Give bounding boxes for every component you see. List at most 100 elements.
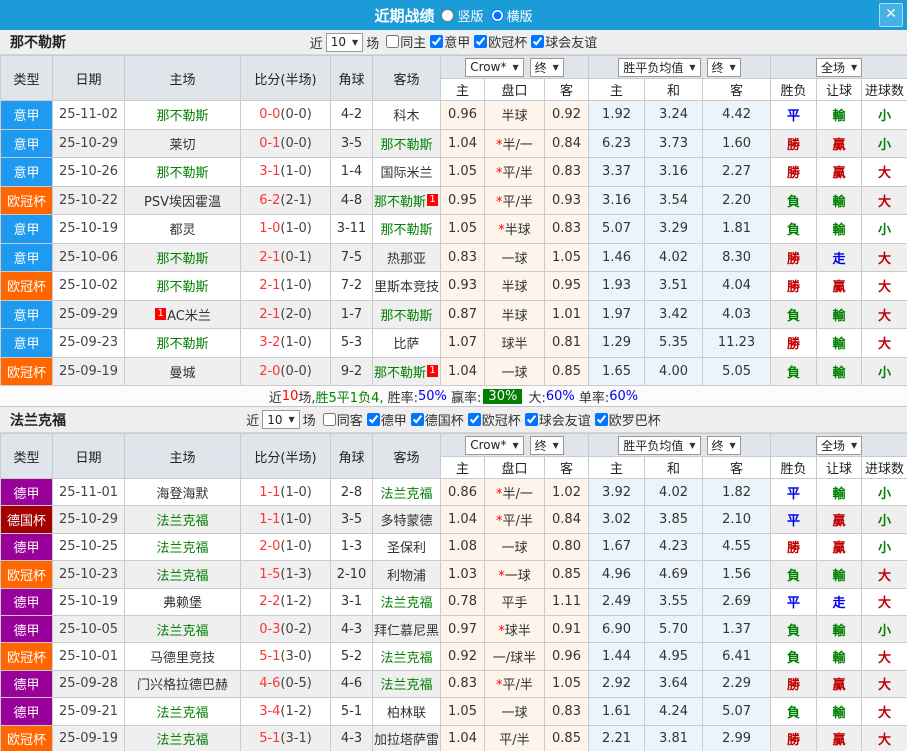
layout-option-vertical[interactable]: 竖版 <box>441 6 484 25</box>
napoli-filter-checkboxes: 同主 意甲 欧冠杯 球会友谊 <box>382 32 597 52</box>
filter-checkbox[interactable] <box>322 412 336 426</box>
filter-option[interactable]: 意甲 <box>426 32 470 51</box>
score-cell: 2-1(1-0) <box>240 271 331 301</box>
filter-checkbox[interactable] <box>366 412 380 426</box>
layout-option-horizontal[interactable]: 横版 <box>490 6 533 25</box>
handicap-result-cell: 輸 <box>816 328 863 358</box>
avg-away-cell: 4.04 <box>702 271 772 301</box>
filter-option[interactable]: 球会友谊 <box>527 32 597 51</box>
fulltime-score: 1-1 <box>259 484 281 500</box>
odds-time-dropdown[interactable]: 终 ▼ <box>529 57 564 77</box>
away-odds-cell: 0.84 <box>543 505 590 534</box>
handicap-result-cell: 贏 <box>816 271 863 301</box>
chevron-down-icon: ▼ <box>512 440 519 450</box>
fulltime-score: 0-3 <box>259 621 281 637</box>
avg-home-cell: 3.16 <box>588 185 646 215</box>
chevron-down-icon: ▼ <box>552 62 559 72</box>
fulltime-score: 2-0 <box>259 539 281 555</box>
handicap-result-cell: 輸 <box>816 100 863 130</box>
home-team-cell: 法兰克福 <box>124 724 241 751</box>
avg-away-cell: 2.20 <box>702 185 772 215</box>
scope-dropdown[interactable]: 全场 ▼ <box>815 435 863 455</box>
avg-time-dropdown[interactable]: 终 ▼ <box>706 435 741 455</box>
avg-draw-cell: 3.55 <box>644 587 704 616</box>
filter-checkbox[interactable] <box>524 412 538 426</box>
vertical-label: 竖版 <box>457 9 484 25</box>
type-cell: 欧冠杯 <box>0 642 53 671</box>
avg-away-cell: 4.55 <box>702 532 772 562</box>
match-row: 欧冠杯 25-10-01 马德里竞技 5-1(3-0) 5-2 法兰克福 0.92 一/球半 0… <box>0 642 907 671</box>
halftime-score: (1-0) <box>280 164 312 180</box>
handicap-result-cell: 輸 <box>816 299 863 329</box>
match-row: 欧冠杯 25-10-02 那不勒斯 2-1(1-0) 7-2 里斯本竞技 0.93 半球 0.9… <box>0 271 907 301</box>
result-cell: 負 <box>770 299 818 329</box>
avg-time-dropdown[interactable]: 终 ▼ <box>706 57 741 77</box>
avg-home-cell: 1.44 <box>588 642 646 671</box>
odds-time-dropdown[interactable]: 终 ▼ <box>529 435 564 455</box>
fulltime-score: 0-1 <box>259 135 281 151</box>
team-name: 法兰克福 <box>380 651 433 667</box>
filter-option[interactable]: 欧冠杯 <box>470 32 527 51</box>
red-card-badge: 1 <box>427 193 438 206</box>
subcol-handicap-result: 让球 <box>816 78 863 101</box>
match-count-dropdown[interactable]: 10 ▼ <box>262 410 300 429</box>
filter-option[interactable]: 欧冠杯 <box>464 410 521 429</box>
handicap-star: * <box>496 514 503 530</box>
avg-type-dropdown[interactable]: 胜平负均值 ▼ <box>618 57 701 77</box>
avg-away-cell: 1.82 <box>702 477 772 507</box>
team-name: 科木 <box>393 109 420 125</box>
home-team-cell: 法兰克福 <box>124 560 241 589</box>
handicap-cell: 一球 <box>484 242 545 272</box>
away-team-cell: 法兰克福 <box>372 587 441 616</box>
filter-option-label: 德国杯 <box>424 413 464 429</box>
away-team-cell: 那不勒斯 <box>372 214 441 244</box>
vertical-radio[interactable] <box>441 8 455 22</box>
home-team-cell: 那不勒斯 <box>124 157 241 187</box>
away-team-cell: 法兰克福 <box>372 669 441 699</box>
handicap-cell: *平/半 <box>484 505 545 534</box>
filter-option[interactable]: 欧罗巴杯 <box>591 410 661 429</box>
napoli-table-header: 类型 日期 主场 比分(半场) 角球 客场 Crow* ▼ 终 ▼ 胜平负均值 … <box>0 55 907 101</box>
filter-checkbox[interactable] <box>430 35 444 48</box>
filter-option-label: 欧罗巴杯 <box>608 413 661 429</box>
date-cell: 25-09-19 <box>52 724 125 751</box>
fulltime-score: 2-1 <box>259 306 281 322</box>
close-icon[interactable]: ✕ <box>879 3 903 27</box>
filter-option[interactable]: 德国杯 <box>407 410 464 429</box>
goals-result-cell: 小 <box>861 214 907 244</box>
avg-draw-cell: 3.29 <box>644 214 704 244</box>
odds-source-dropdown[interactable]: Crow* ▼ <box>465 57 524 77</box>
summary-segment: 赢率: <box>446 390 482 406</box>
filter-checkbox[interactable] <box>386 35 400 48</box>
filter-checkbox[interactable] <box>594 412 608 426</box>
filter-option[interactable]: 德甲 <box>363 410 407 429</box>
match-row: 意甲 25-10-26 那不勒斯 3-1(1-0) 1-4 国际米兰 1.05 *平/半 0.8… <box>0 157 907 187</box>
handicap-result-cell: 贏 <box>816 505 863 534</box>
team-name: 那不勒斯 <box>156 166 209 182</box>
away-odds-cell: 0.84 <box>543 128 590 158</box>
team-name: 利物浦 <box>386 568 426 584</box>
filter-checkbox[interactable] <box>474 35 488 48</box>
subcol-avg-away: 客 <box>702 78 772 101</box>
avg-type-dropdown[interactable]: 胜平负均值 ▼ <box>618 435 701 455</box>
filter-checkbox[interactable] <box>531 35 545 48</box>
scope-dropdown[interactable]: 全场 ▼ <box>815 57 863 77</box>
filter-option[interactable]: 球会友谊 <box>521 410 591 429</box>
chevron-down-icon: ▼ <box>288 415 295 424</box>
away-odds-cell: 0.85 <box>543 356 590 386</box>
filter-checkbox[interactable] <box>467 412 481 426</box>
match-row: 意甲 25-10-29 莱切 0-1(0-0) 3-5 那不勒斯 1.04 *半/一 0.84 6… <box>0 128 907 158</box>
goals-result-cell: 小 <box>861 532 907 562</box>
horizontal-radio[interactable] <box>490 8 504 22</box>
filter-option[interactable]: 同客 <box>319 410 363 429</box>
odds-source-dropdown[interactable]: Crow* ▼ <box>465 435 524 455</box>
filter-checkbox[interactable] <box>410 412 424 426</box>
team-name: 马德里竞技 <box>149 651 215 667</box>
match-count-dropdown[interactable]: 10 ▼ <box>325 32 364 52</box>
home-team-cell: 法兰克福 <box>124 505 241 534</box>
corner-cell: 2-8 <box>330 477 373 507</box>
filter-option[interactable]: 同主 <box>382 32 426 51</box>
home-odds-cell: 0.83 <box>440 242 485 272</box>
score-cell: 5-1(3-1) <box>240 724 331 751</box>
handicap-result-cell: 輸 <box>816 560 863 589</box>
